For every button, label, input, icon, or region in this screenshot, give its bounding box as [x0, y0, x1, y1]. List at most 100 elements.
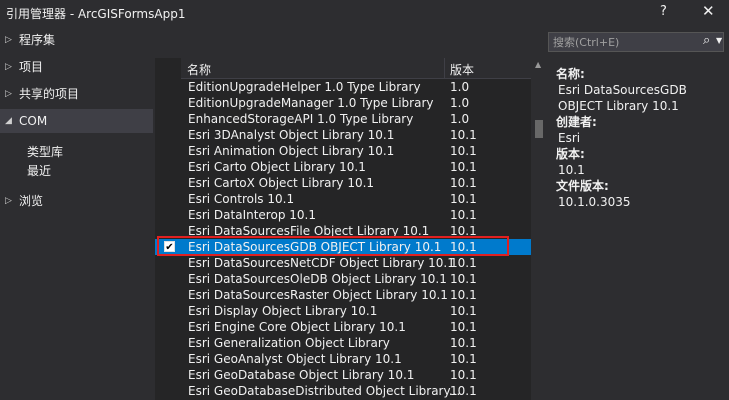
library-name: Esri GeoAnalyst Object Library 10.1 [188, 352, 402, 366]
list-item[interactable]: ✔Esri CartoX Object Library 10.110.1 [155, 175, 531, 191]
column-header-version[interactable]: 版本 [450, 61, 474, 78]
list-item[interactable]: ✔EnhancedStorageAPI 1.0 Type Library1.0 [155, 111, 531, 127]
detail-name-value: Esri DataSourcesGDB OBJECT Library 10.1 [558, 83, 687, 113]
library-version: 10.1 [450, 192, 477, 206]
list-item[interactable]: ✔Esri GeoDatabase Object Library 10.110.… [155, 367, 531, 383]
library-name: Esri DataSourcesGDB OBJECT Library 10.1 [188, 240, 442, 254]
library-version: 1.0 [450, 96, 470, 110]
detail-file-version-label: 文件版本: [556, 179, 609, 193]
library-name: Esri GeoDatabaseDistributed Object Libra… [188, 384, 461, 398]
title-bar: 引用管理器 - ArcGISFormsApp1 ? ✕ [0, 0, 729, 26]
sidebar-item-com[interactable]: ◢ COM [0, 109, 153, 133]
detail-file-version-value: 10.1.0.3035 [558, 195, 631, 209]
library-version: 10.1 [450, 272, 477, 286]
column-header-name[interactable]: 名称 [187, 61, 211, 78]
library-version: 10.1 [450, 288, 477, 302]
detail-name-label: 名称: [556, 67, 585, 81]
details-pane: 名称: Esri DataSourcesGDB OBJECT Library 1… [556, 66, 726, 210]
library-name: Esri GeoDatabase Object Library 10.1 [188, 368, 415, 382]
sidebar-item-label: 程序集 [19, 33, 56, 47]
library-version: 1.0 [450, 112, 470, 126]
library-version: 10.1 [450, 160, 477, 174]
library-name: Esri DataSourcesFile Object Library 10.1 [188, 224, 430, 238]
library-version: 10.1 [450, 336, 477, 350]
detail-creator-label: 创建者: [556, 115, 597, 129]
list-item[interactable]: ✔Esri 3DAnalyst Object Library 10.110.1 [155, 127, 531, 143]
library-name: Esri CartoX Object Library 10.1 [188, 176, 375, 190]
sidebar-item-label: 项目 [19, 60, 44, 74]
list-scrollbar[interactable]: ▲ [532, 58, 546, 400]
library-version: 10.1 [450, 304, 477, 318]
scroll-up-icon[interactable]: ▲ [535, 60, 541, 69]
list-item[interactable]: ✔Esri DataSourcesOleDB Object Library 10… [155, 271, 531, 287]
list-item[interactable]: ✔Esri DataInterop 10.110.1 [155, 207, 531, 223]
list-item[interactable]: ✔Esri Generalization Object Library10.1 [155, 335, 531, 351]
library-version: 10.1 [450, 352, 477, 366]
library-name: Esri DataSourcesRaster Object Library 10… [188, 288, 448, 302]
list-item[interactable]: ✔Esri DataSourcesNetCDF Object Library 1… [155, 255, 531, 271]
library-name: Esri DataSourcesNetCDF Object Library 10… [188, 256, 455, 270]
sidebar-item-label: 浏览 [19, 194, 44, 208]
list-item[interactable]: ✔EditionUpgradeManager 1.0 Type Library1… [155, 95, 531, 111]
chevron-down-icon: ◢ [5, 116, 12, 126]
column-divider[interactable] [444, 58, 445, 78]
list-item[interactable]: ✔Esri GeoAnalyst Object Library 10.110.1 [155, 351, 531, 367]
detail-version-value: 10.1 [558, 163, 585, 177]
search-input[interactable] [553, 34, 693, 50]
detail-creator-value: Esri [558, 131, 581, 145]
library-name: Esri Display Object Library 10.1 [188, 304, 378, 318]
list-item[interactable]: ✔Esri Engine Core Object Library 10.110.… [155, 319, 531, 335]
sidebar-subitem-type-libraries[interactable]: 类型库 [27, 143, 63, 161]
library-name: EditionUpgradeManager 1.0 Type Library [188, 96, 434, 110]
chevron-right-icon: ▷ [5, 196, 12, 206]
library-name: Esri Carto Object Library 10.1 [188, 160, 366, 174]
list-item[interactable]: ✔EditionUpgradeHelper 1.0 Type Library1.… [155, 79, 531, 95]
sidebar-item-label: 共享的项目 [19, 87, 80, 101]
list-item[interactable]: ✔Esri GeoDatabaseDistributed Object Libr… [155, 383, 531, 399]
library-version: 10.1 [450, 320, 477, 334]
library-name: Esri Animation Object Library 10.1 [188, 144, 395, 158]
library-name: Esri Controls 10.1 [188, 192, 295, 206]
library-version: 10.1 [450, 144, 477, 158]
search-icon[interactable]: ⌕ [703, 33, 710, 48]
library-version: 10.1 [450, 128, 477, 142]
search-box[interactable]: ⌕ ▼ [548, 32, 724, 52]
list-item[interactable]: ✔Esri Controls 10.110.1 [155, 191, 531, 207]
library-version: 10.1 [450, 256, 477, 270]
close-icon[interactable]: ✕ [702, 2, 715, 20]
library-name: EditionUpgradeHelper 1.0 Type Library [188, 80, 421, 94]
list-item[interactable]: ✔Esri Carto Object Library 10.110.1 [155, 159, 531, 175]
list-header: 名称 版本 [181, 58, 531, 79]
scrollbar-thumb[interactable] [535, 120, 543, 138]
library-version: 1.0 [450, 80, 470, 94]
list-item-selected[interactable]: ✔ Esri DataSourcesGDB OBJECT Library 10.1… [155, 239, 531, 255]
sidebar-item-shared-projects[interactable]: ▷ 共享的项目 [0, 82, 153, 106]
sidebar: ▷ 程序集 ▷ 项目 ▷ 共享的项目 ◢ COM 类型库 最近 ▷ 浏览 [0, 26, 153, 400]
help-icon[interactable]: ? [660, 4, 667, 19]
list-item[interactable]: ✔Esri Display Object Library 10.110.1 [155, 303, 531, 319]
sidebar-item-projects[interactable]: ▷ 项目 [0, 55, 153, 79]
sidebar-item-assemblies[interactable]: ▷ 程序集 [0, 28, 153, 52]
chevron-right-icon: ▷ [5, 89, 12, 99]
library-name: Esri Engine Core Object Library 10.1 [188, 320, 406, 334]
library-name: Esri DataSourcesOleDB Object Library 10.… [188, 272, 447, 286]
window-title: 引用管理器 - ArcGISFormsApp1 [6, 7, 186, 21]
sidebar-item-browse[interactable]: ▷ 浏览 [0, 189, 153, 213]
list-item[interactable]: ✔Esri DataSourcesFile Object Library 10.… [155, 223, 531, 239]
library-version: 10.1 [450, 368, 477, 382]
checkbox-checked[interactable]: ✔ [164, 241, 175, 253]
library-version: 10.1 [450, 208, 477, 222]
list-item[interactable]: ✔Esri Animation Object Library 10.110.1 [155, 143, 531, 159]
library-name: Esri DataInterop 10.1 [188, 208, 316, 222]
sidebar-subitem-recent[interactable]: 最近 [27, 162, 51, 180]
library-name: EnhancedStorageAPI 1.0 Type Library [188, 112, 414, 126]
library-version: 10.1 [450, 240, 477, 254]
library-version: 10.1 [450, 224, 477, 238]
list-item[interactable]: ✔Esri DataSourcesRaster Object Library 1… [155, 287, 531, 303]
library-version: 10.1 [450, 176, 477, 190]
chevron-right-icon: ▷ [5, 35, 12, 45]
detail-version-label: 版本: [556, 147, 585, 161]
sidebar-item-label: COM [19, 114, 48, 128]
library-name: Esri Generalization Object Library [188, 336, 390, 350]
chevron-down-icon[interactable]: ▼ [716, 36, 722, 45]
